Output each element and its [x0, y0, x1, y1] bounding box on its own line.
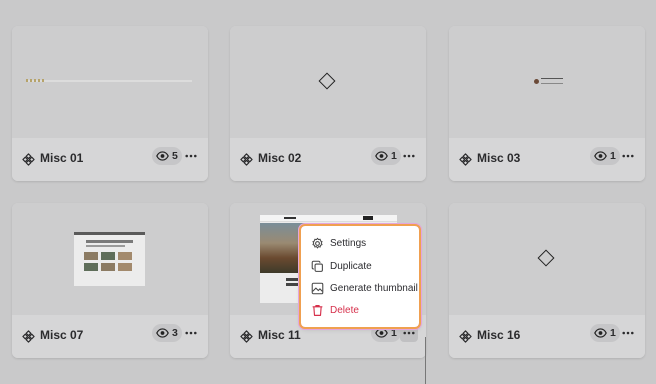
views-count: 1: [391, 150, 397, 162]
more-icon: [403, 331, 415, 335]
more-icon: [622, 331, 634, 335]
menu-item-label: Settings: [330, 237, 367, 249]
views-badge: 1: [590, 324, 620, 342]
eye-icon: [594, 328, 607, 338]
card-title: Misc 01: [40, 151, 84, 165]
card-footer: Misc 07 3: [12, 315, 208, 358]
card-thumbnail[interactable]: [12, 26, 208, 138]
eye-icon: [594, 151, 607, 161]
menu-item-generate-thumbnail[interactable]: Generate thumbnail: [301, 277, 419, 299]
more-options-button[interactable]: [619, 147, 637, 165]
views-count: 5: [172, 150, 178, 162]
component-icon: [240, 153, 253, 166]
component-card[interactable]: Misc 07 3: [12, 203, 208, 358]
more-icon: [403, 154, 415, 158]
card-footer: Misc 01 5: [12, 138, 208, 181]
image-icon: [311, 282, 324, 294]
card-footer: Misc 16 1: [449, 315, 645, 358]
views-count: 1: [610, 150, 616, 162]
duplicate-icon: [311, 260, 323, 272]
views-count: 1: [391, 327, 397, 339]
card-thumbnail[interactable]: [449, 203, 645, 315]
menu-item-delete[interactable]: Delete: [301, 299, 419, 321]
diamond-icon: [318, 72, 336, 90]
component-card[interactable]: Misc 02 1: [230, 26, 426, 181]
eye-icon: [375, 151, 388, 161]
component-card[interactable]: Misc 03 1: [449, 26, 645, 181]
thumbnail-text-lines: [541, 78, 563, 84]
component-icon: [22, 330, 35, 343]
eye-icon: [156, 328, 169, 338]
diamond-icon: [537, 249, 555, 267]
eye-icon: [375, 328, 388, 338]
card-title: Misc 02: [258, 151, 302, 165]
component-icon: [459, 330, 472, 343]
card-thumbnail[interactable]: [449, 26, 645, 138]
component-card[interactable]: Misc 16 1: [449, 203, 645, 358]
menu-item-label: Duplicate: [330, 260, 372, 272]
views-badge: 1: [590, 147, 620, 165]
trash-icon: [312, 304, 323, 316]
card-thumbnail[interactable]: [12, 203, 208, 315]
card-title: Misc 11: [258, 328, 301, 342]
thumbnail-progress-dots: [26, 79, 46, 82]
more-icon: [185, 331, 197, 335]
component-icon: [22, 153, 35, 166]
card-footer: Misc 02 1: [230, 138, 426, 181]
menu-item-settings[interactable]: Settings: [301, 232, 419, 254]
views-count: 3: [172, 327, 178, 339]
views-badge: 3: [152, 324, 182, 342]
menu-item-label: Generate thumbnail: [330, 282, 418, 294]
eye-icon: [156, 151, 169, 161]
thumbnail-webpage-preview: [74, 232, 145, 286]
more-icon: [185, 154, 197, 158]
views-badge: 1: [371, 147, 401, 165]
component-icon: [459, 153, 472, 166]
views-badge: 5: [152, 147, 182, 165]
card-title: Misc 16: [477, 328, 521, 342]
more-options-button[interactable]: [619, 324, 637, 342]
component-icon: [240, 330, 253, 343]
more-options-button[interactable]: [400, 147, 418, 165]
card-footer: Misc 03 1: [449, 138, 645, 181]
more-icon: [622, 154, 634, 158]
views-count: 1: [610, 327, 616, 339]
avatar: [534, 78, 539, 84]
more-options-button[interactable]: [182, 147, 200, 165]
thumbnail-profile: [534, 78, 563, 84]
context-menu: Settings Duplicate Generate thumbnail De…: [299, 224, 421, 329]
gear-icon: [312, 237, 323, 248]
card-title: Misc 07: [40, 328, 84, 342]
card-title: Misc 03: [477, 151, 521, 165]
card-thumbnail[interactable]: [230, 26, 426, 138]
more-options-button[interactable]: [182, 324, 200, 342]
component-card[interactable]: Misc 01 5: [12, 26, 208, 181]
menu-item-duplicate[interactable]: Duplicate: [301, 255, 419, 277]
menu-item-label: Delete: [330, 304, 359, 316]
cursor-guide-line: [425, 337, 426, 384]
thumbnail-progress-line: [26, 80, 192, 82]
